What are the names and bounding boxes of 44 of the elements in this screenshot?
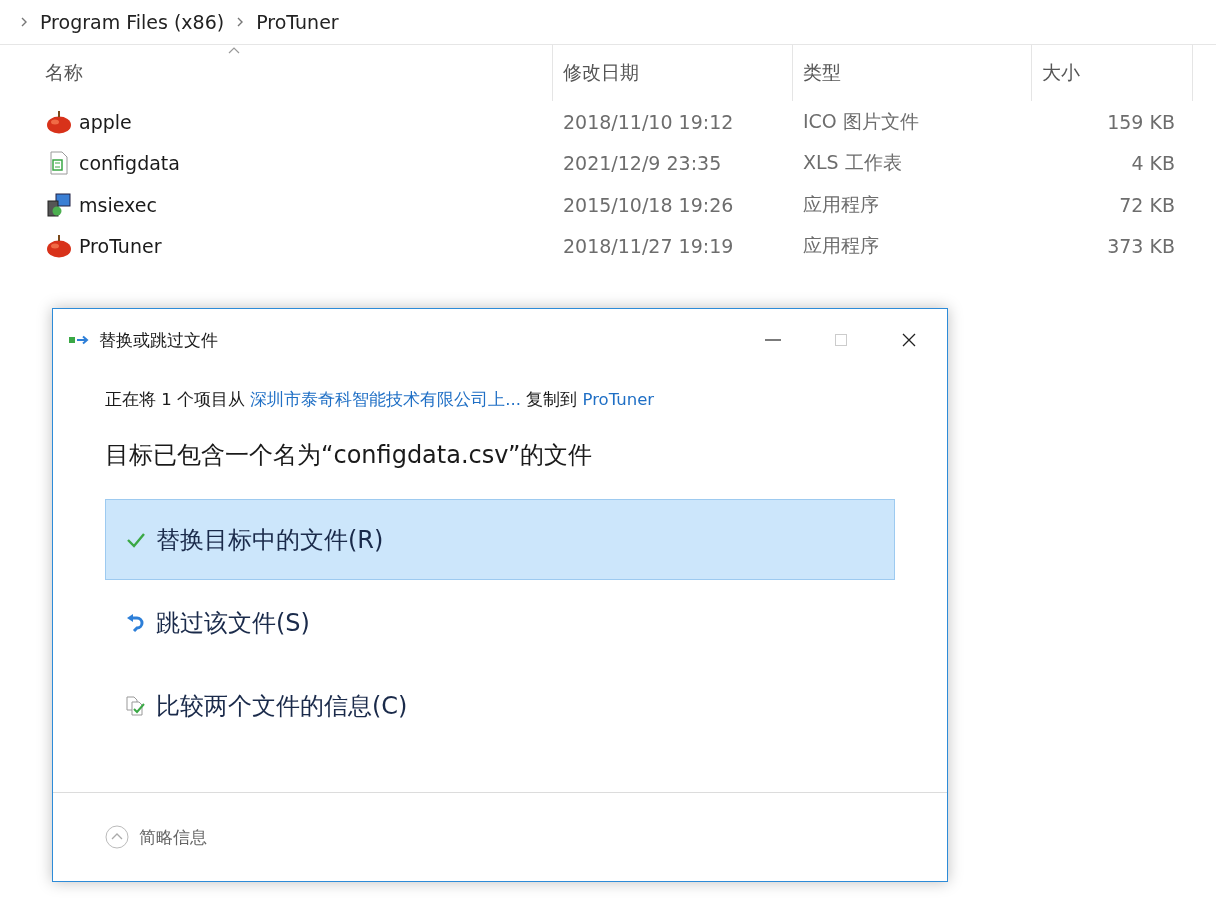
modified-date: 2018/11/10 19:12 xyxy=(563,110,734,133)
copy-message: 正在将 1 个项目从 深圳市泰奇科智能技术有限公司上... 复制到 ProTuner xyxy=(105,389,656,411)
option-button[interactable]: 比较两个文件的信息(C) xyxy=(105,665,895,746)
compare-files-icon xyxy=(126,695,146,716)
skip-arrow-icon xyxy=(126,612,146,633)
close-icon xyxy=(901,332,917,348)
file-type: XLS 工作表 xyxy=(803,150,902,176)
column-header[interactable]: 修改日期 xyxy=(563,60,639,86)
column-header[interactable]: 类型 xyxy=(803,60,841,86)
minimize-icon xyxy=(765,339,781,341)
option-button[interactable]: 跳过该文件(S) xyxy=(105,582,895,663)
modified-date: 2018/11/27 19:19 xyxy=(563,235,734,258)
file-size: 72 KB xyxy=(1119,193,1175,216)
folder-link[interactable]: ProTuner xyxy=(582,390,655,409)
file-size: 373 KB xyxy=(1107,235,1175,258)
sort-caret-icon xyxy=(228,47,240,54)
option-button[interactable]: 替换目标中的文件(R) xyxy=(105,499,895,580)
installer-icon xyxy=(45,192,73,217)
breadcrumb-item[interactable]: Program Files (x86) xyxy=(40,11,225,33)
modified-date: 2015/10/18 19:26 xyxy=(563,193,734,216)
file-type: ICO 图片文件 xyxy=(803,108,919,134)
file-size: 159 KB xyxy=(1107,110,1175,133)
collapse-circle-icon xyxy=(105,825,129,849)
breadcrumb-item[interactable]: ProTuner xyxy=(256,11,339,33)
file-type: 应用程序 xyxy=(803,233,879,259)
file-name[interactable]: msiexec xyxy=(79,193,157,216)
chevron-icon[interactable] xyxy=(20,17,28,27)
folder-link[interactable]: 深圳市泰奇科智能技术有限公司上... xyxy=(250,390,521,409)
file-name[interactable]: apple xyxy=(79,110,132,133)
window-title: 替换或跳过文件 xyxy=(99,328,218,352)
file-name[interactable]: ProTuner xyxy=(79,235,162,258)
apple-icon xyxy=(45,234,73,259)
maximize-icon xyxy=(833,332,849,348)
conflict-heading: 目标已包含一个名为“configdata.csv”的文件 xyxy=(105,440,594,471)
fewer-details-button[interactable]: 简略信息 xyxy=(105,825,207,849)
apple-icon xyxy=(45,109,73,134)
column-header[interactable]: 名称 xyxy=(45,60,83,86)
file-size: 4 KB xyxy=(1131,152,1175,175)
copy-arrow-icon xyxy=(69,335,91,345)
file-name[interactable]: configdata xyxy=(79,152,180,175)
column-header[interactable]: 大小 xyxy=(1042,60,1080,86)
file-type: 应用程序 xyxy=(803,191,879,217)
modified-date: 2021/12/9 23:35 xyxy=(563,152,722,175)
chevron-icon[interactable] xyxy=(236,17,245,27)
